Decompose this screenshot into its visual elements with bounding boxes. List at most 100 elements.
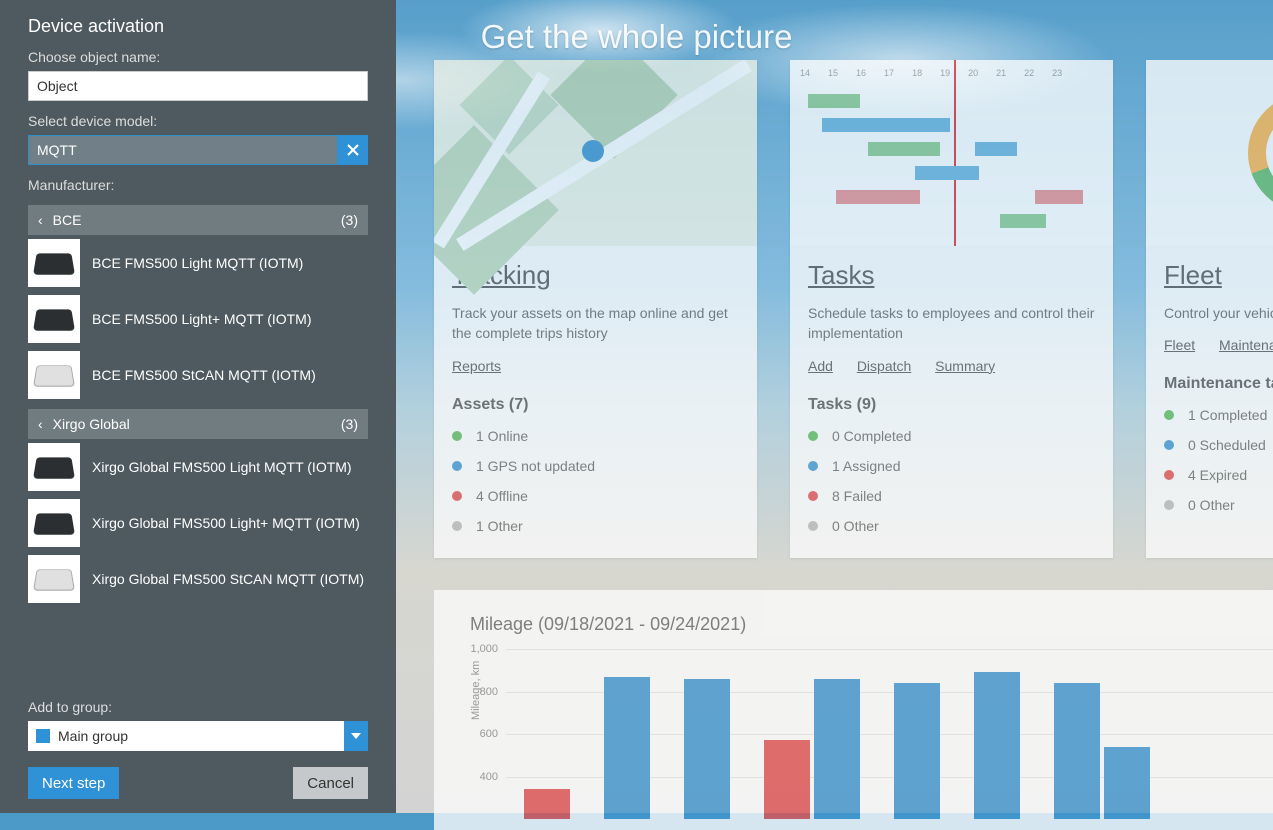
stat-text: 8 Failed: [832, 488, 882, 504]
tasks-gantt-preview: 14151617181920212223: [790, 60, 1113, 246]
device-thumbnail: [28, 555, 80, 603]
status-dot-icon: [452, 461, 462, 471]
stat-text: 1 Completed: [1188, 407, 1267, 423]
manufacturer-group-header[interactable]: ‹ BCE (3): [28, 205, 368, 235]
device-list-item[interactable]: BCE FMS500 StCAN MQTT (IOTM): [28, 347, 368, 403]
stat-text: 1 Other: [476, 518, 523, 534]
group-count: (3): [341, 212, 358, 228]
device-name: Xirgo Global FMS500 Light MQTT (IOTM): [92, 459, 352, 475]
device-list-item[interactable]: Xirgo Global FMS500 StCAN MQTT (IOTM): [28, 551, 368, 607]
stat-text: 0 Other: [832, 518, 879, 534]
device-name: BCE FMS500 Light MQTT (IOTM): [92, 255, 303, 271]
card-fleet: Fleet Control your vehicles and charges …: [1146, 60, 1273, 558]
tracking-section-title: Assets (7): [452, 396, 739, 414]
tasks-title[interactable]: Tasks: [808, 260, 1095, 291]
manufacturer-group-header[interactable]: ‹ Xirgo Global (3): [28, 409, 368, 439]
group-count: (3): [341, 416, 358, 432]
status-dot-icon: [1164, 500, 1174, 510]
link-reports[interactable]: Reports: [452, 358, 501, 374]
close-icon: [346, 143, 360, 157]
group-name: BCE: [53, 212, 82, 228]
link-add[interactable]: Add: [808, 358, 833, 374]
manufacturer-label: Manufacturer:: [28, 177, 368, 193]
object-name-label: Choose object name:: [28, 49, 368, 65]
fleet-desc: Control your vehicles and charges: [1164, 303, 1273, 323]
status-dot-icon: [452, 521, 462, 531]
stat-text: 1 Assigned: [832, 458, 901, 474]
status-dot-icon: [1164, 410, 1174, 420]
stat-text: 0 Scheduled: [1188, 437, 1266, 453]
cancel-button[interactable]: Cancel: [293, 767, 368, 799]
tasks-section-title: Tasks (9): [808, 396, 1095, 414]
card-tracking: Tracking Track your assets on the map on…: [434, 60, 757, 558]
device-list-item[interactable]: BCE FMS500 Light MQTT (IOTM): [28, 235, 368, 291]
chart-bar: [814, 679, 860, 819]
chevron-left-icon: ‹: [38, 416, 43, 432]
group-select-caret[interactable]: [344, 721, 368, 751]
chevron-down-icon: [351, 733, 361, 739]
device-thumbnail: [28, 499, 80, 547]
device-name: BCE FMS500 Light+ MQTT (IOTM): [92, 311, 312, 327]
link-dispatch[interactable]: Dispatch: [857, 358, 911, 374]
object-name-input[interactable]: [28, 71, 368, 101]
group-name: Xirgo Global: [53, 416, 130, 432]
stat-text: 1 Online: [476, 428, 528, 444]
chart-bar: [764, 740, 810, 819]
fleet-section-title: Maintenance tasks: [1164, 375, 1273, 393]
tracking-desc: Track your assets on the map online and …: [452, 303, 739, 344]
status-dot-icon: [808, 521, 818, 531]
chart-bar: [894, 683, 940, 819]
group-select-value: Main group: [58, 728, 128, 744]
status-dot-icon: [808, 431, 818, 441]
stat-text: 4 Offline: [476, 488, 528, 504]
group-color-icon: [36, 729, 50, 743]
chart-bar: [524, 789, 570, 819]
y-tick-label: 800: [480, 686, 498, 698]
add-to-group-label: Add to group:: [28, 699, 368, 715]
stat-text: 4 Expired: [1188, 467, 1247, 483]
device-thumbnail: [28, 443, 80, 491]
status-dot-icon: [808, 491, 818, 501]
device-list-item[interactable]: BCE FMS500 Light+ MQTT (IOTM): [28, 291, 368, 347]
chevron-left-icon: ‹: [38, 212, 43, 228]
device-list-item[interactable]: Xirgo Global FMS500 Light+ MQTT (IOTM): [28, 495, 368, 551]
stat-text: 1 GPS not updated: [476, 458, 595, 474]
next-step-button[interactable]: Next step: [28, 767, 119, 799]
chart-bar: [604, 677, 650, 819]
sidebar-title: Device activation: [28, 16, 368, 37]
fleet-title[interactable]: Fleet: [1164, 260, 1273, 291]
chart-bar: [684, 679, 730, 819]
device-thumbnail: [28, 239, 80, 287]
group-select[interactable]: Main group: [28, 721, 368, 751]
tasks-desc: Schedule tasks to employees and control …: [808, 303, 1095, 344]
device-activation-sidebar: Device activation Choose object name: Se…: [0, 0, 396, 813]
y-tick-label: 600: [480, 728, 498, 740]
device-name: Xirgo Global FMS500 Light+ MQTT (IOTM): [92, 515, 360, 531]
mileage-chart-card: Mileage (09/18/2021 - 09/24/2021) Mileag…: [434, 590, 1273, 830]
device-thumbnail: [28, 351, 80, 399]
status-dot-icon: [452, 431, 462, 441]
status-dot-icon: [452, 491, 462, 501]
stat-text: 0 Other: [1188, 497, 1235, 513]
card-tasks: 14151617181920212223 Tasks Schedule task…: [790, 60, 1113, 558]
device-list-item[interactable]: Xirgo Global FMS500 Light MQTT (IOTM): [28, 439, 368, 495]
status-dot-icon: [1164, 470, 1174, 480]
device-model-label: Select device model:: [28, 113, 368, 129]
fleet-donut-preview: [1146, 60, 1273, 246]
chart-bar: [1054, 683, 1100, 819]
clear-search-button[interactable]: [338, 135, 368, 165]
device-model-input[interactable]: [28, 135, 338, 165]
device-name: BCE FMS500 StCAN MQTT (IOTM): [92, 367, 316, 383]
y-tick-label: 400: [480, 771, 498, 783]
device-name: Xirgo Global FMS500 StCAN MQTT (IOTM): [92, 571, 364, 587]
chart-bar: [974, 672, 1020, 819]
chart-bar: [1104, 747, 1150, 819]
status-dot-icon: [1164, 440, 1174, 450]
device-thumbnail: [28, 295, 80, 343]
link-summary[interactable]: Summary: [935, 358, 995, 374]
status-dot-icon: [808, 461, 818, 471]
link-fleet[interactable]: Fleet: [1164, 337, 1195, 353]
y-tick-label: 1,000: [470, 643, 498, 655]
stat-text: 0 Completed: [832, 428, 911, 444]
link-maintenance[interactable]: Maintenance: [1219, 337, 1273, 353]
